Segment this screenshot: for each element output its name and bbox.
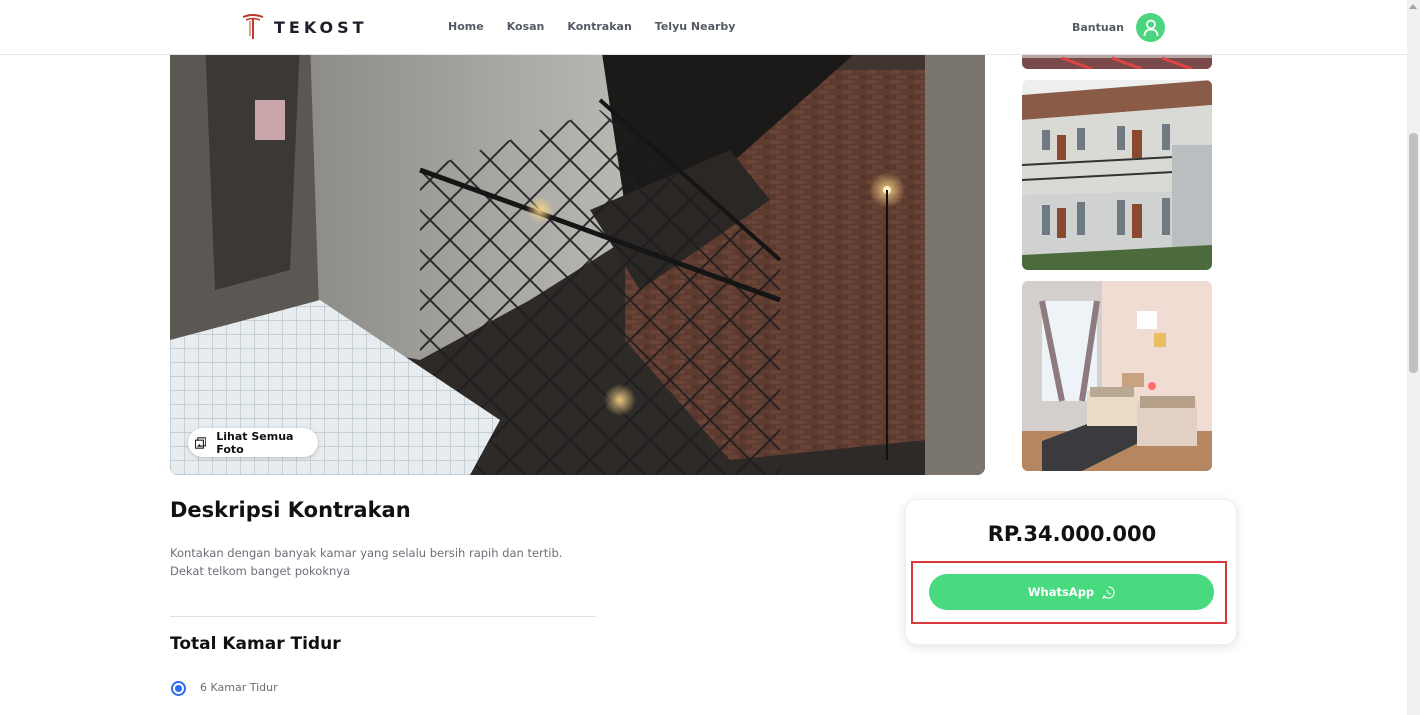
top-navbar: TEKOST Home Kosan Kontrakan Telyu Nearby…: [0, 0, 1407, 55]
price-value: RP.34.000.000: [987, 522, 1157, 546]
nav-home[interactable]: Home: [448, 20, 484, 33]
gallery-icon: [195, 436, 207, 449]
brand-name: TEKOST: [274, 17, 368, 37]
thumbnail-image: [1022, 80, 1212, 270]
description-text: Kontakan dengan banyak kamar yang selalu…: [170, 546, 563, 578]
bedrooms-title: Total Kamar Tidur: [170, 634, 341, 654]
view-all-photos-label: Lihat Semua Foto: [216, 429, 294, 456]
bedrooms-option-label: 6 Kamar Tidur: [200, 681, 278, 694]
nav-telyu-nearby[interactable]: Telyu Nearby: [655, 20, 736, 33]
whatsapp-label: WhatsApp: [1027, 585, 1095, 599]
staircase-photo: [170, 40, 985, 475]
user-avatar[interactable]: [1136, 13, 1165, 42]
section-divider: [170, 616, 596, 617]
price-card: RP.34.000.000 WhatsApp: [905, 499, 1237, 645]
thumbnail-2[interactable]: [1022, 80, 1212, 270]
help-link[interactable]: Bantuan: [1072, 21, 1124, 34]
logo-icon: [242, 14, 264, 39]
main-nav: Home Kosan Kontrakan Telyu Nearby: [448, 20, 735, 33]
brand-logo[interactable]: TEKOST: [242, 14, 368, 40]
thumbnail-3[interactable]: [1022, 281, 1212, 471]
whatsapp-icon: [1102, 585, 1115, 599]
description-title: Deskripsi Kontrakan: [170, 498, 411, 522]
scrollbar-thumb[interactable]: [1409, 133, 1418, 373]
nav-kontrakan[interactable]: Kontrakan: [567, 20, 631, 33]
scroll-up-arrow-icon[interactable]: [1409, 4, 1417, 9]
bedrooms-radio[interactable]: [171, 681, 186, 696]
main-photo[interactable]: [170, 40, 985, 475]
whatsapp-button[interactable]: WhatsApp: [929, 574, 1214, 610]
user-icon: [1143, 19, 1158, 36]
thumbnail-image: [1022, 281, 1212, 471]
radio-selected-dot: [175, 685, 182, 692]
view-all-photos-button[interactable]: Lihat Semua Foto: [188, 428, 318, 457]
nav-kosan[interactable]: Kosan: [507, 20, 545, 33]
